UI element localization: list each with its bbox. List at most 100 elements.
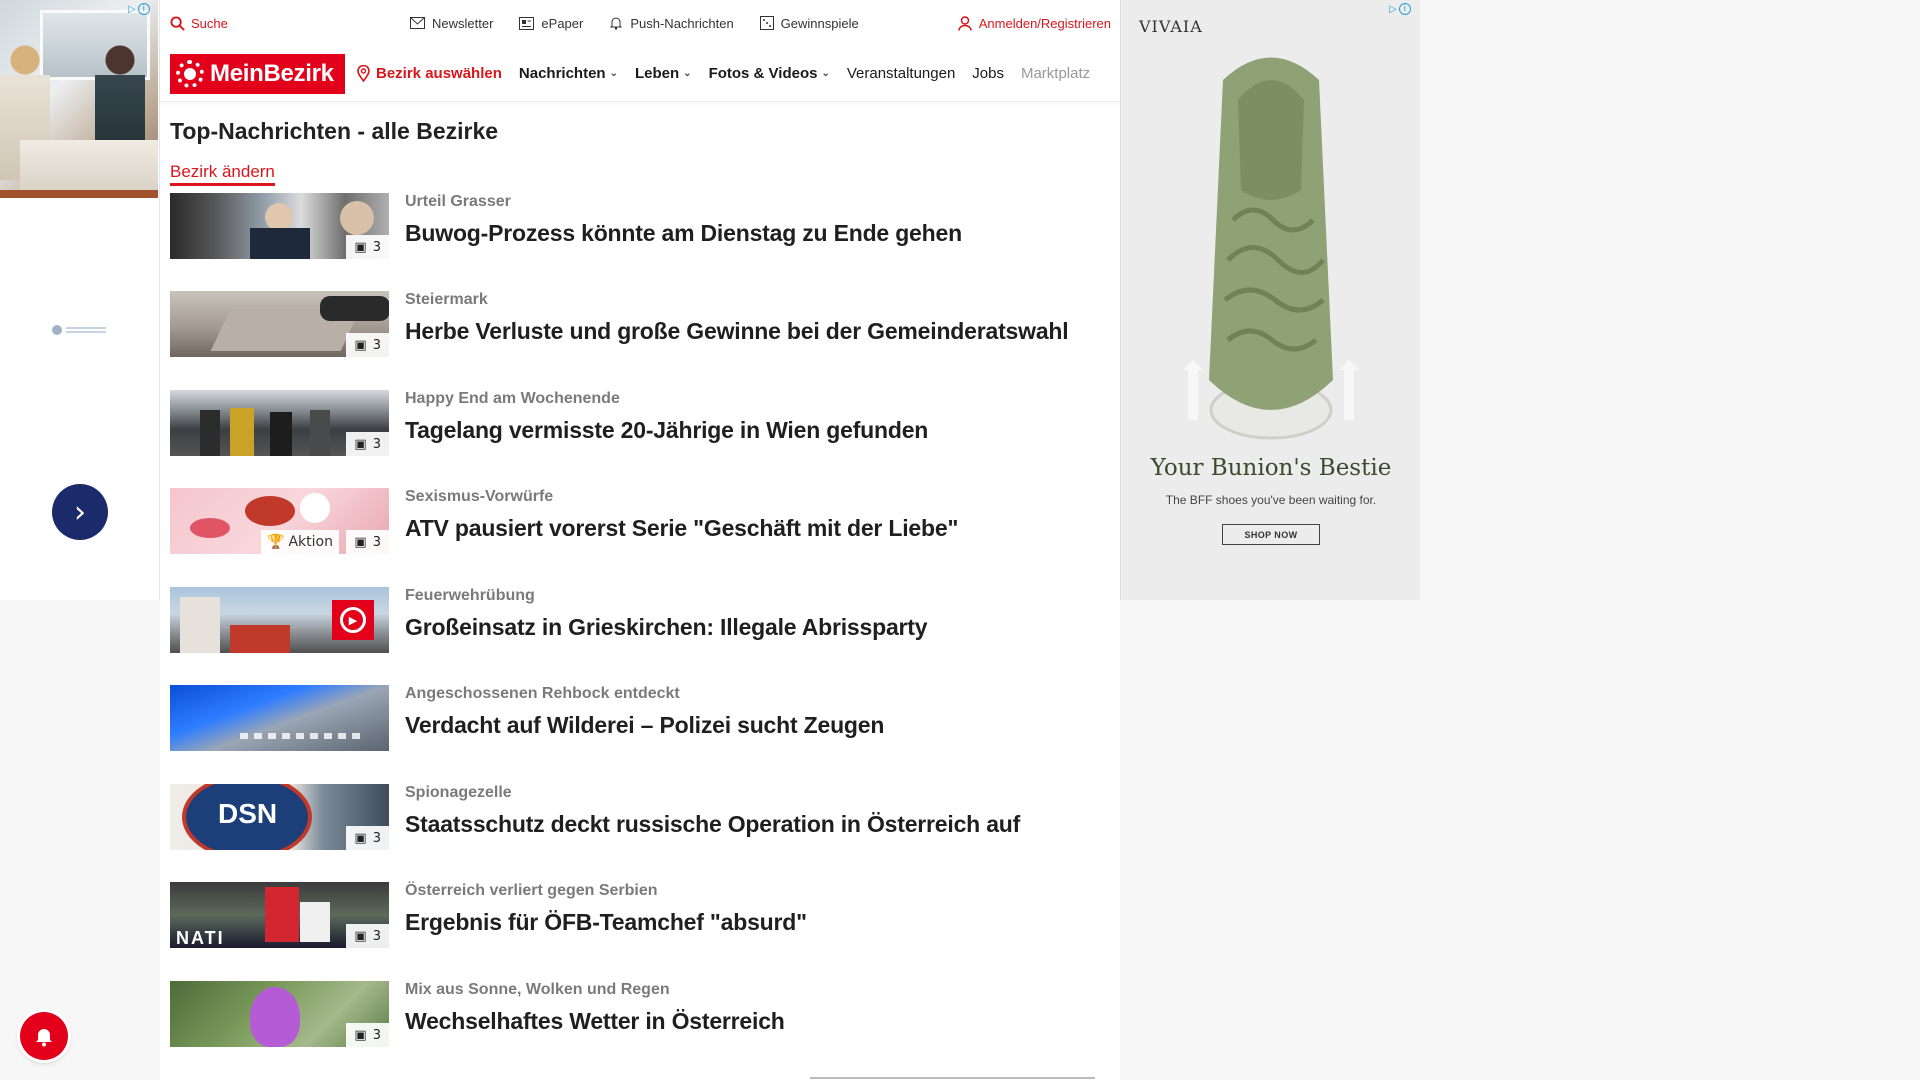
login-link[interactable]: Anmelden/Registrieren	[958, 0, 1111, 46]
article-thumbnail[interactable]: NATI ▣ 3	[170, 882, 389, 948]
nav-events[interactable]: Veranstaltungen	[847, 65, 955, 82]
epaper-label: ePaper	[541, 15, 584, 31]
nav-life[interactable]: Leben ⌄	[635, 65, 692, 82]
nav-news-label: Nachrichten	[518, 65, 606, 82]
image-icon: ▣	[354, 337, 367, 353]
main-navbar: MeinBezirk Bezirk auswählen Nachrichten ⌄…	[160, 46, 1120, 102]
photo-count-badge: ▣ 3	[346, 432, 389, 456]
chevron-down-icon: ⌄	[683, 68, 692, 79]
article-kicker: Spionagezelle	[405, 784, 512, 801]
page-title: Top-Nachrichten - alle Bezirke	[170, 118, 499, 144]
article-thumbnail[interactable]: ▣ 3	[170, 291, 389, 357]
image-icon: ▣	[354, 830, 367, 846]
article-kicker: Angeschossenen Rehbock entdeckt	[405, 685, 680, 702]
nav-photos-label: Fotos & Videos	[708, 65, 818, 82]
epaper-link[interactable]: ePaper	[519, 16, 583, 31]
ad-brand-logo: VIVAIA	[1139, 17, 1203, 36]
push-label: Push-Nachrichten	[630, 15, 734, 31]
nav-news[interactable]: Nachrichten ⌄	[519, 65, 618, 82]
article-headline[interactable]: Buwog-Prozess könnte am Dienstag zu Ende…	[405, 220, 962, 247]
shoe-image[interactable]	[1183, 40, 1359, 440]
image-icon: ▣	[354, 928, 367, 944]
article-kicker: Happy End am Wochenende	[405, 390, 620, 407]
article-headline[interactable]: Tagelang vermisste 20-Jährige in Wien ge…	[405, 417, 928, 444]
nav-marketplace[interactable]: Marktplatz	[1021, 65, 1090, 82]
ad-headline: Your Bunion's Bestie	[1150, 455, 1392, 481]
search-link[interactable]: Suche	[170, 16, 228, 31]
image-icon: ▣	[354, 1027, 367, 1043]
article-kicker: Österreich verliert gegen Serbien	[405, 882, 658, 899]
article-thumbnail[interactable]: ▣ 3	[170, 981, 389, 1047]
photo-count-badge: ▣ 3	[346, 924, 389, 948]
nav-photos-videos[interactable]: Fotos & Videos ⌄	[709, 65, 830, 82]
adchoices-icon[interactable]: ▷ i	[1389, 2, 1417, 16]
trophy-icon: 🏆	[267, 534, 285, 550]
push-notifications-link[interactable]: Push-Nachrichten	[609, 15, 734, 31]
article-thumbnail[interactable]	[170, 685, 389, 751]
photo-count: 3	[372, 337, 381, 353]
location-pin-icon	[357, 65, 370, 82]
login-label: Anmelden/Registrieren	[978, 15, 1111, 31]
article-item[interactable]: ▣ 3 Happy End am Wochenende Tagelang verm…	[170, 390, 1110, 458]
video-play-button[interactable]: ▶	[332, 600, 374, 640]
photo-count-badge: ▣ 3	[346, 333, 389, 357]
article-headline[interactable]: Ergebnis für ÖFB-Teamchef "absurd"	[405, 909, 807, 936]
ad-logo	[52, 325, 108, 335]
ad-office-photo[interactable]	[0, 0, 158, 198]
meinbezirk-logo[interactable]: MeinBezirk	[170, 53, 345, 94]
article-item[interactable]: ▶ Feuerwehrübung Großeinsatz in Grieskir…	[170, 587, 1110, 655]
article-thumbnail[interactable]: 🏆 Aktion ▣ 3	[170, 488, 389, 554]
contests-label: Gewinnspiele	[780, 15, 859, 31]
photo-count: 3	[372, 239, 381, 255]
nav-jobs[interactable]: Jobs	[972, 65, 1004, 82]
ad-subline: The BFF shoes you've been waiting for.	[1165, 493, 1377, 507]
promo-label: Aktion	[288, 534, 333, 550]
photo-count: 3	[372, 534, 381, 550]
utility-links: Newsletter ePaper Push-Nachrichten Gewin…	[410, 0, 859, 46]
article-kicker: Urteil Grasser	[405, 193, 511, 210]
article-kicker: Feuerwehrübung	[405, 587, 535, 604]
article-item[interactable]: NATI ▣ 3 Österreich verliert gegen Serbie…	[170, 882, 1110, 950]
article-headline[interactable]: ATV pausiert vorerst Serie "Geschäft mit…	[405, 515, 958, 542]
article-thumbnail[interactable]: DSN ▣ 3	[170, 784, 389, 850]
article-headline[interactable]: Verdacht auf Wilderei – Polizei sucht Ze…	[405, 712, 884, 739]
top-utility-bar: Suche Newsletter ePaper Push-Nachrichten…	[160, 0, 1120, 46]
article-item[interactable]: ▣ 3 Urteil Grasser Buwog-Prozess könnte a…	[170, 193, 1110, 261]
photo-count-badge: ▣ 3	[346, 530, 389, 554]
promo-badge: 🏆 Aktion	[261, 530, 339, 554]
newsletter-link[interactable]: Newsletter	[410, 16, 493, 31]
photo-count: 3	[372, 928, 381, 944]
ad-next-button[interactable]: ›	[52, 484, 108, 540]
photo-count: 3	[372, 436, 381, 452]
article-item[interactable]: Angeschossenen Rehbock entdeckt Verdacht…	[170, 685, 1110, 753]
change-district-link[interactable]: Bezirk ändern	[170, 162, 275, 186]
push-notification-button[interactable]	[20, 1012, 68, 1060]
photo-count-badge: ▣ 3	[346, 1023, 389, 1047]
article-thumbnail[interactable]: ▣ 3	[170, 193, 389, 259]
article-item[interactable]: ▣ 3 Mix aus Sonne, Wolken und Regen Wechs…	[170, 981, 1110, 1049]
article-thumbnail[interactable]: ▣ 3	[170, 390, 389, 456]
article-item[interactable]: 🏆 Aktion ▣ 3 Sexismus-Vorwürfe ATV pausier…	[170, 488, 1110, 556]
article-headline[interactable]: Wechselhaftes Wetter in Österreich	[405, 1008, 785, 1035]
right-skyscraper-ad[interactable]: VIVAIA ▷ i Your Bunion's Bestie The BFF s…	[1120, 0, 1420, 600]
newsletter-label: Newsletter	[432, 15, 494, 31]
shop-now-button[interactable]: SHOP NOW	[1222, 524, 1320, 545]
photo-count-badge: ▣ 3	[346, 235, 389, 259]
article-headline[interactable]: Herbe Verluste und große Gewinne bei der…	[405, 318, 1069, 345]
article-thumbnail[interactable]: ▶	[170, 587, 389, 653]
article-item[interactable]: DSN ▣ 3 Spionagezelle Staatsschutz deckt …	[170, 784, 1110, 852]
adchoices-icon[interactable]: ▷ i	[128, 2, 156, 16]
nav-events-label: Veranstaltungen	[846, 65, 956, 82]
logo-text: MeinBezirk	[210, 59, 334, 87]
select-district-button[interactable]: Bezirk auswählen	[357, 65, 502, 82]
article-item[interactable]: ▣ 3 Steiermark Herbe Verluste und große G…	[170, 291, 1110, 359]
gift-icon	[759, 16, 774, 30]
search-label: Suche	[191, 15, 228, 31]
photo-count-badge: ▣ 3	[346, 826, 389, 850]
contests-link[interactable]: Gewinnspiele	[759, 15, 859, 31]
article-kicker: Sexismus-Vorwürfe	[405, 488, 554, 505]
left-skyscraper-ad[interactable]: ▷ i ›	[0, 0, 160, 600]
article-headline[interactable]: Großeinsatz in Grieskirchen: Illegale Ab…	[405, 614, 928, 641]
newspaper-icon	[519, 16, 535, 30]
article-headline[interactable]: Staatsschutz deckt russische Operation i…	[405, 811, 1020, 838]
